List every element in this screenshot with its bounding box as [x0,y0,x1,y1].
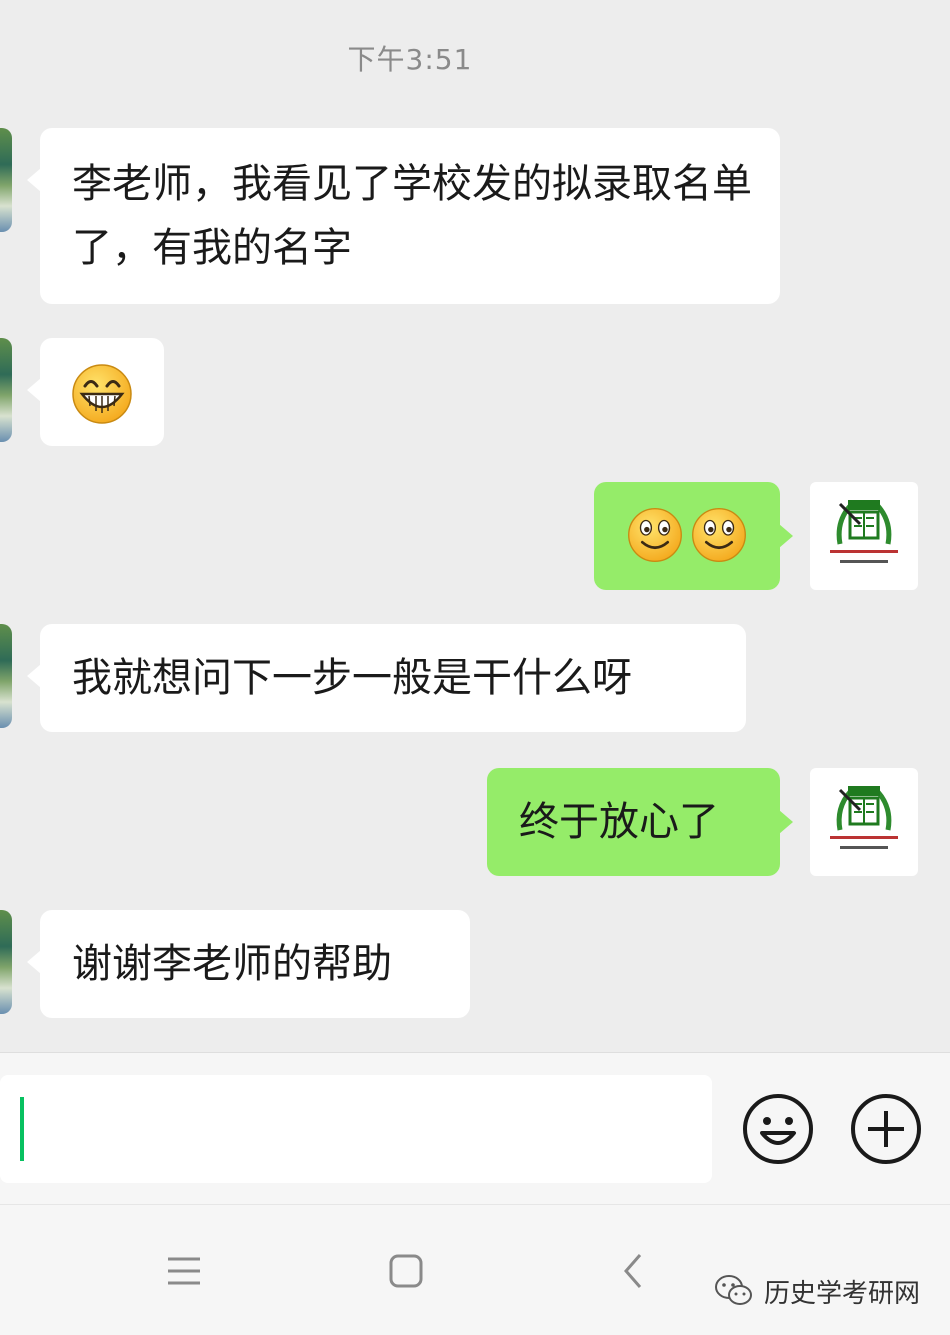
emoji-face-icon [743,1094,813,1164]
plus-circle-icon [851,1094,921,1164]
home-square-icon [389,1254,423,1288]
my-avatar[interactable] [810,482,918,590]
watermark-text: 历史学考研网 [763,1278,920,1309]
outgoing-message[interactable]: 终于放心了 [487,768,793,876]
message-timestamp: 下午3:51 [347,43,473,76]
message-text: 李老师，我看见了学校发的拟录取名单了，有我的名字 [72,161,752,271]
menu-icon [168,1257,200,1285]
grin-emoji [72,364,132,424]
menu-button[interactable] [162,1249,206,1293]
back-button[interactable] [612,1249,656,1293]
incoming-emoji-message[interactable] [27,338,164,446]
wechat-logo-icon [714,1275,752,1305]
back-chevron-icon [624,1254,642,1288]
home-button[interactable] [384,1249,428,1293]
outgoing-emoji-message[interactable] [594,482,793,590]
emblem-logo-icon [830,786,898,849]
message-text: 终于放心了 [519,799,719,845]
input-area [0,1052,950,1205]
incoming-message[interactable]: 李老师，我看见了学校发的拟录取名单了，有我的名字 [27,128,780,304]
text-cursor [20,1097,24,1161]
contact-avatar[interactable] [0,338,12,442]
contact-avatar[interactable] [0,128,12,232]
emoji-button[interactable] [740,1091,816,1167]
message-text: 我就想问下一步一般是干什么呀 [72,655,632,701]
smile-emoji [628,508,682,562]
chat-history[interactable]: 下午3:51 李老师，我看见了学校发的拟录取名单了，有我的名字 我就想问下一步一… [0,0,950,1052]
message-text: 谢谢李老师的帮助 [72,941,392,987]
my-avatar[interactable] [810,768,918,876]
message-input[interactable] [0,1075,712,1183]
contact-avatar[interactable] [0,624,12,728]
emblem-logo-icon [830,500,898,563]
watermark: 历史学考研网 [714,1269,920,1313]
smile-emoji [692,508,746,562]
more-button[interactable] [848,1091,924,1167]
incoming-message[interactable]: 谢谢李老师的帮助 [27,910,470,1018]
contact-avatar[interactable] [0,910,12,1014]
incoming-message[interactable]: 我就想问下一步一般是干什么呀 [27,624,746,732]
system-nav-bar: 历史学考研网 [0,1204,950,1335]
